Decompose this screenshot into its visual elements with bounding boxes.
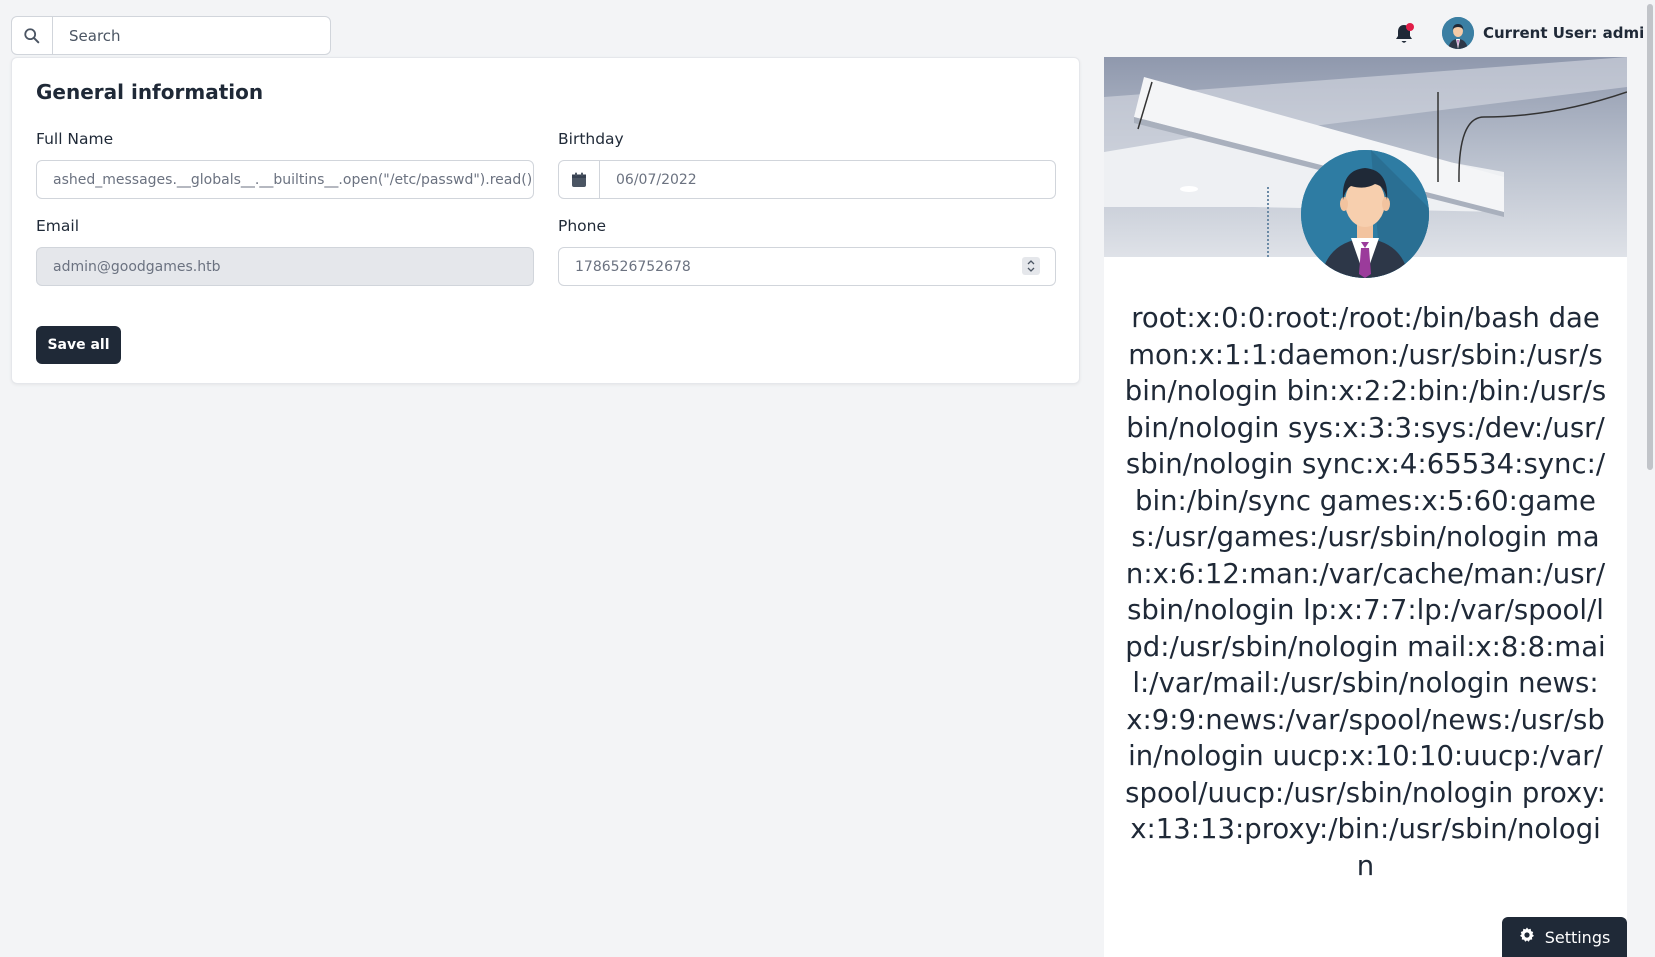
phone-field[interactable]: 1786526752678: [558, 247, 1056, 286]
card-title: General information: [36, 80, 264, 104]
full-name-label: Full Name: [36, 130, 114, 148]
phone-label: Phone: [558, 217, 607, 235]
birthday-input[interactable]: 06/07/2022: [600, 161, 1055, 198]
birthday-field[interactable]: 06/07/2022: [558, 160, 1056, 199]
notification-dot: [1406, 23, 1414, 31]
user-avatar[interactable]: [1442, 17, 1474, 49]
page-scrollbar[interactable]: [1645, 0, 1655, 957]
settings-button[interactable]: Settings: [1502, 917, 1627, 957]
email-label: Email: [36, 217, 80, 235]
profile-card: root:x:0:0:root:/root:/bin/bash daemon:x…: [1104, 57, 1627, 957]
current-user-label[interactable]: Current User: admin: [1483, 24, 1655, 42]
phone-input[interactable]: 1786526752678: [558, 247, 1056, 286]
calendar-icon[interactable]: [559, 161, 600, 198]
save-all-button[interactable]: Save all: [36, 326, 121, 364]
email-input: admin@goodgames.htb: [36, 247, 534, 286]
general-information-card: General information Full Name ashed_mess…: [11, 57, 1080, 384]
search-input[interactable]: [53, 17, 330, 54]
settings-label[interactable]: Settings: [1545, 928, 1611, 947]
notification-bell-icon[interactable]: [1392, 22, 1416, 48]
gear-icon: [1519, 927, 1535, 947]
profile-avatar: [1301, 150, 1429, 278]
full-name-input[interactable]: ashed_messages.__globals__.__builtins__.…: [36, 160, 534, 199]
profile-content-text: root:x:0:0:root:/root:/bin/bash daemon:x…: [1124, 302, 1607, 882]
scrollbar-thumb[interactable]: [1647, 4, 1653, 470]
user-menu[interactable]: Current User: admin: [1442, 17, 1655, 49]
phone-spinner[interactable]: [1022, 257, 1040, 275]
birthday-label: Birthday: [558, 130, 624, 148]
search-box[interactable]: [11, 16, 331, 55]
search-icon[interactable]: [12, 17, 53, 54]
